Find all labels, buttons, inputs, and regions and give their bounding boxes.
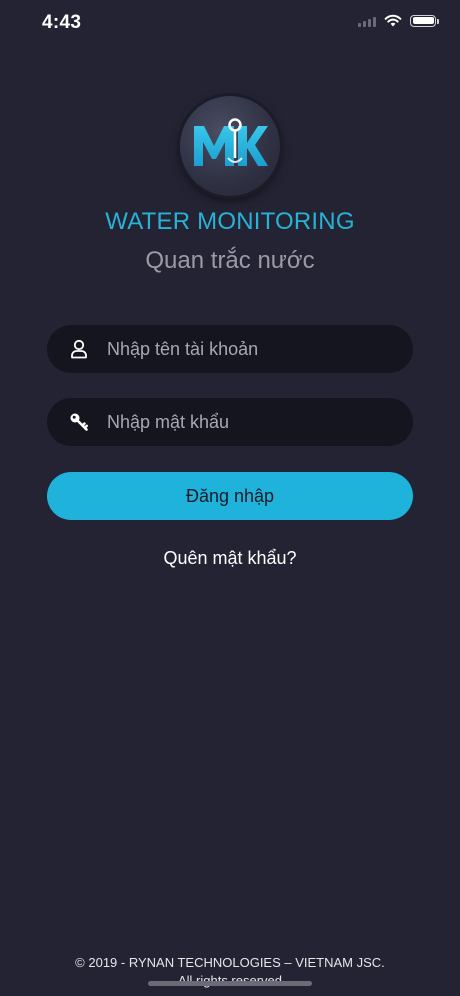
username-field[interactable]: [47, 325, 413, 373]
logo-graphic: [194, 118, 268, 166]
app-title: WATER MONITORING: [105, 208, 355, 235]
username-input[interactable]: [107, 338, 393, 360]
forgot-password-link[interactable]: Quên mật khẩu?: [0, 548, 460, 569]
footer-copyright: © 2019 - RYNAN TECHNOLOGIES – VIETNAM JS…: [75, 955, 385, 970]
login-button[interactable]: Đăng nhập: [47, 472, 413, 520]
cellular-signal-icon: [358, 15, 376, 27]
battery-icon: [410, 14, 439, 27]
user-icon: [67, 337, 91, 361]
password-field[interactable]: [47, 398, 413, 446]
app-subtitle: Quan trắc nước: [145, 247, 315, 274]
battery-level: [412, 17, 434, 24]
key-icon: [67, 410, 91, 434]
status-time: 4:43: [42, 12, 82, 33]
mk-water-logo-icon: [180, 96, 280, 196]
password-input[interactable]: [107, 411, 393, 433]
wifi-icon: [384, 14, 402, 27]
status-icons: [358, 14, 439, 27]
home-indicator[interactable]: [148, 981, 312, 986]
status-bar: 4:43: [0, 0, 460, 48]
